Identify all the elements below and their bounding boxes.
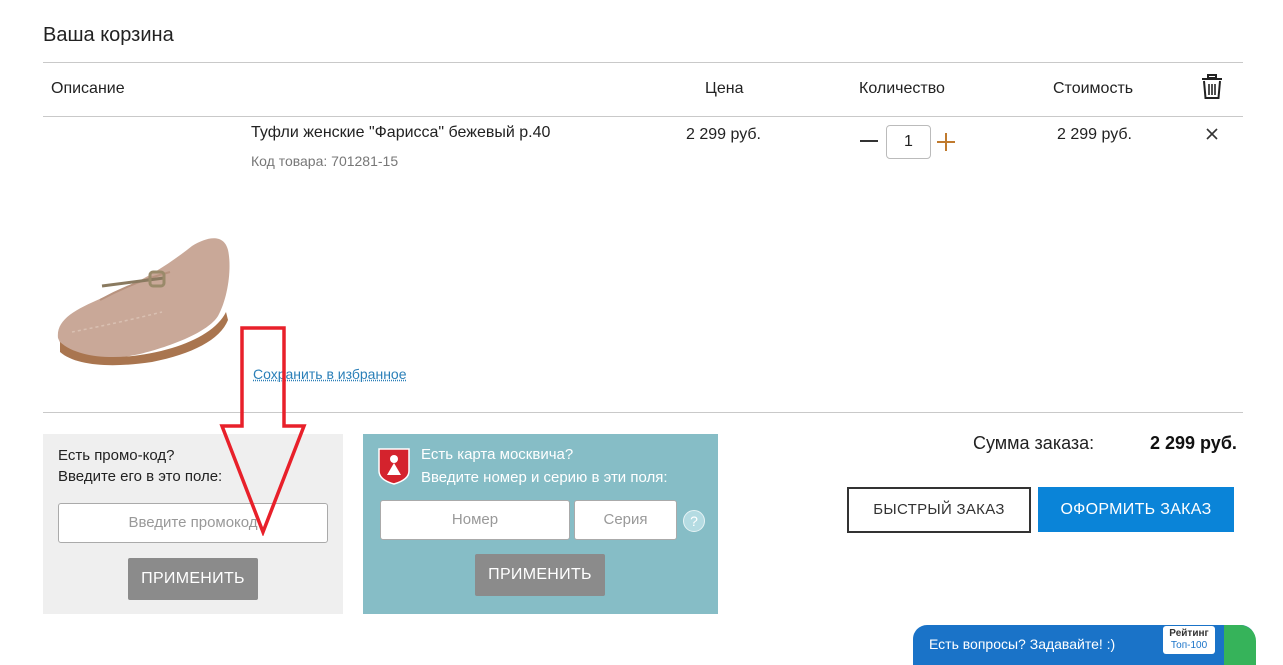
product-image[interactable] [52,228,232,378]
product-name[interactable]: Туфли женские "Фарисса" бежевый р.40 [251,124,550,142]
product-cost: 2 299 руб. [1057,126,1132,143]
column-price: Цена [705,80,744,97]
column-quantity: Количество [859,80,945,97]
trash-icon[interactable] [1200,74,1224,100]
promo-line-2: Введите его в это поле: [58,468,223,485]
plus-icon[interactable] [937,133,955,151]
promo-instructions: Есть промо-код? Введите его в это поле: [58,445,222,487]
column-cost: Стоимость [1053,80,1134,97]
quick-order-button[interactable]: БЫСТРЫЙ ЗАКАЗ [847,487,1031,533]
product-price: 2 299 руб. [686,126,761,143]
red-arrow-annotation [218,326,308,537]
minus-icon[interactable] [860,140,878,142]
question-icon[interactable]: ? [683,510,705,532]
muscovite-line-1: Есть карта москвича? [421,446,574,463]
checkout-button[interactable]: ОФОРМИТЬ ЗАКАЗ [1038,487,1234,532]
order-total-label: Сумма заказа: [973,433,1095,453]
chat-text: Есть вопросы? Задавайте! :) [929,636,1116,652]
divider [43,116,1243,117]
apply-promo-button[interactable]: ПРИМЕНИТЬ [128,558,258,600]
rating-badge[interactable]: Рейтинг Топ-100 [1163,626,1215,654]
apply-card-button[interactable]: ПРИМЕНИТЬ [475,554,605,596]
order-total-value: 2 299 руб. [1150,433,1237,453]
product-code: Код товара: 701281-15 [251,153,399,169]
rating-sub-label: Топ-100 [1170,640,1208,651]
moscow-crest-icon [377,447,411,485]
muscovite-instructions: Есть карта москвича? Введите номер и сер… [421,443,668,489]
muscovite-line-2: Введите номер и серию в эти поля: [421,469,668,486]
rating-tab[interactable] [1224,625,1256,665]
page-title: Ваша корзина [43,24,174,46]
card-series-input[interactable]: Серия [574,500,677,540]
column-description: Описание [51,80,125,97]
close-icon[interactable] [1203,125,1221,143]
divider [43,62,1243,63]
quantity-input[interactable]: 1 [886,125,931,159]
rating-label: Рейтинг [1169,628,1209,639]
promo-line-1: Есть промо-код? [58,447,175,464]
card-number-input[interactable]: Номер [380,500,570,540]
